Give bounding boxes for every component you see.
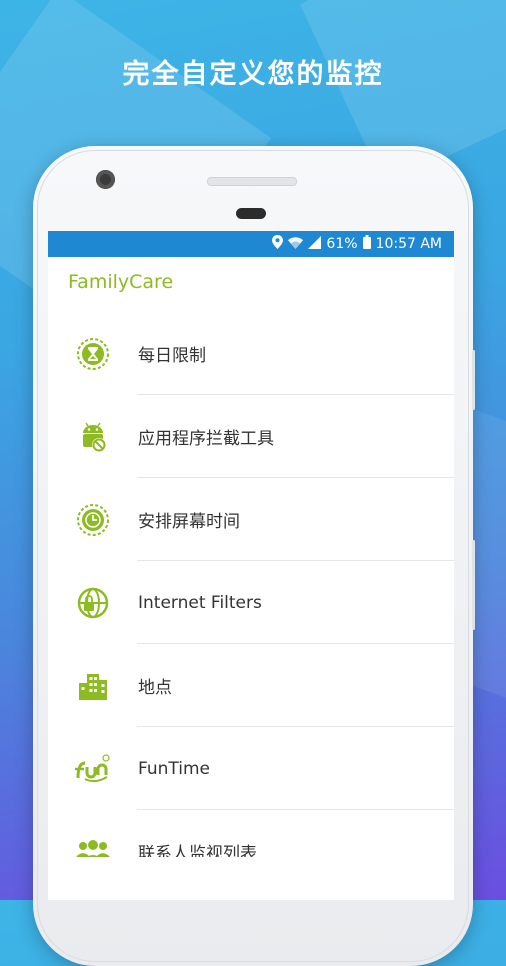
menu-item-daily-limit[interactable]: 每日限制 <box>48 312 454 395</box>
signal-icon <box>308 235 322 253</box>
hourglass-icon <box>48 337 138 371</box>
next-card <box>48 857 454 900</box>
volume-button <box>472 350 475 410</box>
menu-item-location[interactable]: 地点 <box>48 644 454 727</box>
phone-screen: 61% 10:57 AM FamilyCare 每日限制 应用程序拦截工具 安排… <box>48 231 454 900</box>
menu-item-label: 应用程序拦截工具 <box>138 429 274 449</box>
battery-icon <box>362 235 371 253</box>
location-icon <box>272 235 284 253</box>
headline: 完全自定义您的监控 <box>122 59 384 90</box>
globe-lock-icon <box>48 586 138 620</box>
buildings-icon <box>48 669 138 703</box>
status-bar: 61% 10:57 AM <box>48 231 454 257</box>
clock-icon <box>48 503 138 537</box>
phone-sensor <box>236 208 266 219</box>
android-block-icon <box>48 420 138 454</box>
camera-icon <box>96 170 115 189</box>
menu-item-schedule-screen-time[interactable]: 安排屏幕时间 <box>48 478 454 561</box>
menu-item-label: Internet Filters <box>138 592 262 613</box>
menu-item-label: 地点 <box>138 678 172 698</box>
menu-item-label: FunTime <box>138 758 211 779</box>
app-title: FamilyCare <box>68 271 174 293</box>
menu-item-internet-filters[interactable]: Internet Filters <box>48 561 454 644</box>
menu-item-app-blocker[interactable]: 应用程序拦截工具 <box>48 395 454 478</box>
menu-item-funtime[interactable]: FunTime <box>48 727 454 810</box>
power-button <box>472 540 475 630</box>
battery-percent: 61% <box>326 236 358 252</box>
menu-item-label: 每日限制 <box>138 346 206 366</box>
menu-card: FamilyCare 每日限制 应用程序拦截工具 安排屏幕时间 Internet… <box>48 257 454 877</box>
funtime-logo-icon <box>48 752 138 786</box>
menu-item-label: 安排屏幕时间 <box>138 512 240 532</box>
status-time: 10:57 AM <box>375 236 442 252</box>
wifi-icon <box>288 236 304 253</box>
phone-speaker <box>207 177 297 186</box>
